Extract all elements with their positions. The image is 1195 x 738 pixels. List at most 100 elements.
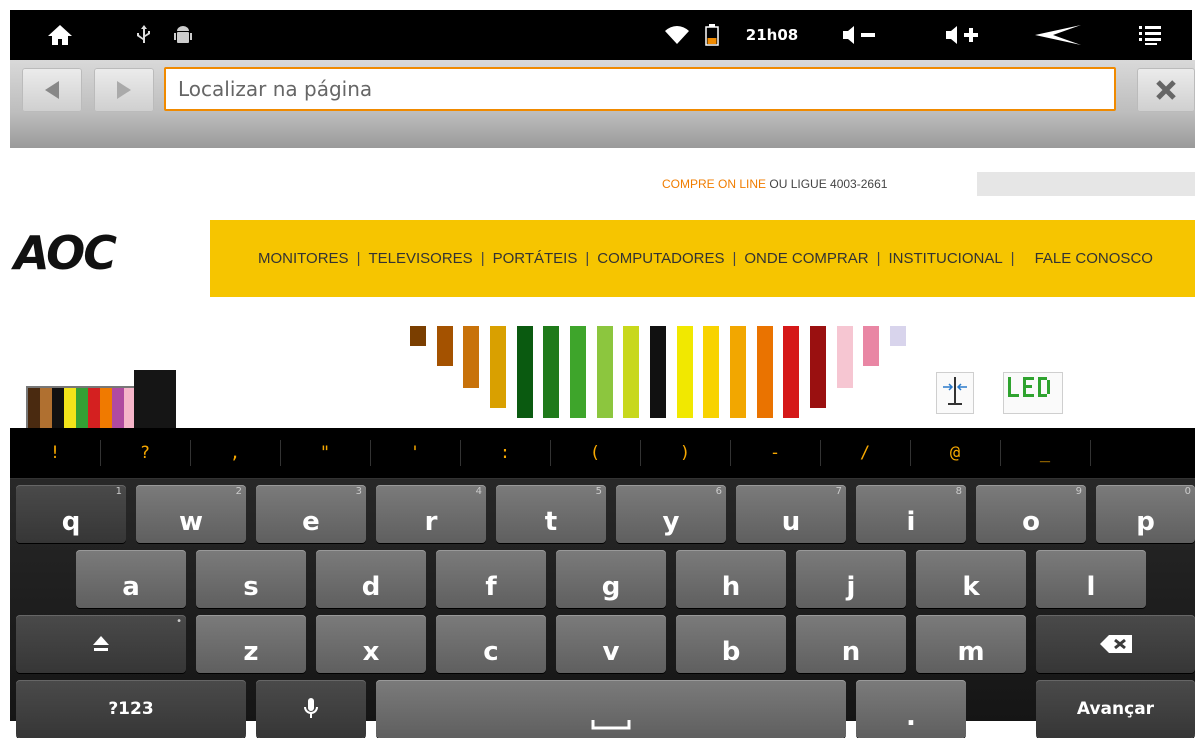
- key-e[interactable]: e3: [256, 485, 366, 543]
- menu-item-onde-comprar[interactable]: ONDE COMPRAR: [744, 250, 868, 267]
- color-spectrum-banner: [405, 326, 915, 418]
- key-c[interactable]: c: [436, 615, 546, 673]
- find-previous-button[interactable]: [22, 68, 82, 112]
- spectrum-stripe: [890, 326, 906, 346]
- find-in-page-bar: [10, 60, 1195, 148]
- ultra-slim-badge: [936, 372, 974, 414]
- web-page: COMPRE ON LINE OU LIGUE 4003-2661 AOC MO…: [10, 148, 1195, 428]
- next-action-key[interactable]: Avançar: [1036, 680, 1195, 738]
- key-u[interactable]: u7: [736, 485, 846, 543]
- symbol-suggestion-strip: ! ? , " ' : ( ) - / @ _: [10, 428, 1195, 479]
- key-m[interactable]: m: [916, 615, 1026, 673]
- period-key[interactable]: .: [856, 680, 966, 738]
- spectrum-stripe: [437, 326, 453, 366]
- voice-input-key[interactable]: [256, 680, 366, 738]
- key-i[interactable]: i8: [856, 485, 966, 543]
- symbol-key[interactable]: -: [730, 428, 820, 478]
- key-y[interactable]: y6: [616, 485, 726, 543]
- key-d[interactable]: d: [316, 550, 426, 608]
- microphone-icon: [304, 698, 318, 718]
- symbol-key[interactable]: ': [370, 428, 460, 478]
- symbols-key[interactable]: ?123: [16, 680, 246, 738]
- menu-icon[interactable]: [1130, 10, 1170, 60]
- key-q[interactable]: q1: [16, 485, 126, 543]
- key-w[interactable]: w2: [136, 485, 246, 543]
- spectrum-stripe: [810, 326, 826, 408]
- key-r[interactable]: r4: [376, 485, 486, 543]
- find-next-button[interactable]: [94, 68, 154, 112]
- monitor-product-image[interactable]: [26, 370, 176, 428]
- right-arrow-icon: [117, 81, 131, 99]
- spectrum-stripe: [650, 326, 666, 418]
- key-x[interactable]: x: [316, 615, 426, 673]
- symbol-key[interactable]: /: [820, 428, 910, 478]
- symbol-key[interactable]: :: [460, 428, 550, 478]
- top-contact-line: COMPRE ON LINE OU LIGUE 4003-2661: [662, 177, 887, 191]
- symbol-key[interactable]: ": [280, 428, 370, 478]
- aoc-logo[interactable]: AOC: [14, 226, 117, 280]
- soft-keyboard: ! ? , " ' : ( ) - / @ _ q1 w2 e3 r4 t5 y…: [10, 428, 1195, 738]
- spectrum-stripe: [863, 326, 879, 366]
- back-icon[interactable]: [1028, 10, 1088, 60]
- key-l[interactable]: l: [1036, 550, 1146, 608]
- symbol-key[interactable]: !: [10, 428, 100, 478]
- main-menu: MONITORES | TELEVISORES | PORTÁTEIS | COMPU…: [258, 250, 1153, 267]
- spectrum-stripe: [463, 326, 479, 388]
- android-debug-icon: [168, 10, 198, 60]
- spectrum-stripe: [543, 326, 559, 418]
- symbol-key[interactable]: @: [910, 428, 1000, 478]
- spectrum-stripe: [517, 326, 533, 418]
- backspace-key[interactable]: [1036, 615, 1195, 673]
- symbol-key[interactable]: ,: [190, 428, 280, 478]
- spectrum-stripe: [837, 326, 853, 388]
- spectrum-stripe: [623, 326, 639, 418]
- space-icon: [591, 720, 631, 730]
- menu-item-computadores[interactable]: COMPUTADORES: [597, 250, 724, 267]
- buy-online-link[interactable]: COMPRE ON LINE: [662, 177, 766, 191]
- key-j[interactable]: j: [796, 550, 906, 608]
- shift-key[interactable]: •: [16, 615, 186, 673]
- menu-item-institucional[interactable]: INSTITUCIONAL: [888, 250, 1002, 267]
- shift-icon: [93, 636, 109, 651]
- menu-item-televisores[interactable]: TELEVISORES: [368, 250, 472, 267]
- key-f[interactable]: f: [436, 550, 546, 608]
- spectrum-stripe: [597, 326, 613, 418]
- phone-text: OU LIGUE 4003-2661: [769, 177, 888, 191]
- wifi-icon: [660, 10, 694, 60]
- key-z[interactable]: z: [196, 615, 306, 673]
- space-key[interactable]: [376, 680, 846, 738]
- main-menu-bar: MONITORES | TELEVISORES | PORTÁTEIS | COMPU…: [210, 220, 1195, 297]
- key-s[interactable]: s: [196, 550, 306, 608]
- menu-item-portateis[interactable]: PORTÁTEIS: [493, 250, 578, 267]
- menu-item-monitores[interactable]: MONITORES: [258, 250, 349, 267]
- site-search-field[interactable]: [977, 172, 1195, 196]
- symbol-key[interactable]: _: [1000, 428, 1090, 478]
- volume-up-icon[interactable]: [938, 10, 988, 60]
- key-t[interactable]: t5: [496, 485, 606, 543]
- led-badge: [1003, 372, 1063, 414]
- key-a[interactable]: a: [76, 550, 186, 608]
- close-icon: [1156, 80, 1176, 100]
- key-o[interactable]: o9: [976, 485, 1086, 543]
- symbol-key[interactable]: (: [550, 428, 640, 478]
- clock-text: 21h08: [745, 26, 799, 44]
- key-k[interactable]: k: [916, 550, 1026, 608]
- symbol-key[interactable]: ): [640, 428, 730, 478]
- volume-down-icon[interactable]: [835, 10, 885, 60]
- key-v[interactable]: v: [556, 615, 666, 673]
- key-p[interactable]: p0: [1096, 485, 1195, 543]
- spectrum-stripe: [783, 326, 799, 418]
- key-h[interactable]: h: [676, 550, 786, 608]
- spectrum-stripe: [570, 326, 586, 418]
- key-b[interactable]: b: [676, 615, 786, 673]
- find-input[interactable]: [164, 67, 1116, 111]
- spectrum-stripe: [703, 326, 719, 418]
- status-bar: 21h08: [10, 10, 1192, 60]
- home-icon[interactable]: [40, 10, 80, 60]
- key-g[interactable]: g: [556, 550, 666, 608]
- symbol-key[interactable]: ?: [100, 428, 190, 478]
- key-n[interactable]: n: [796, 615, 906, 673]
- menu-item-fale-conosco[interactable]: FALE CONOSCO: [1023, 250, 1153, 267]
- close-find-button[interactable]: [1137, 68, 1195, 112]
- spectrum-stripe: [757, 326, 773, 418]
